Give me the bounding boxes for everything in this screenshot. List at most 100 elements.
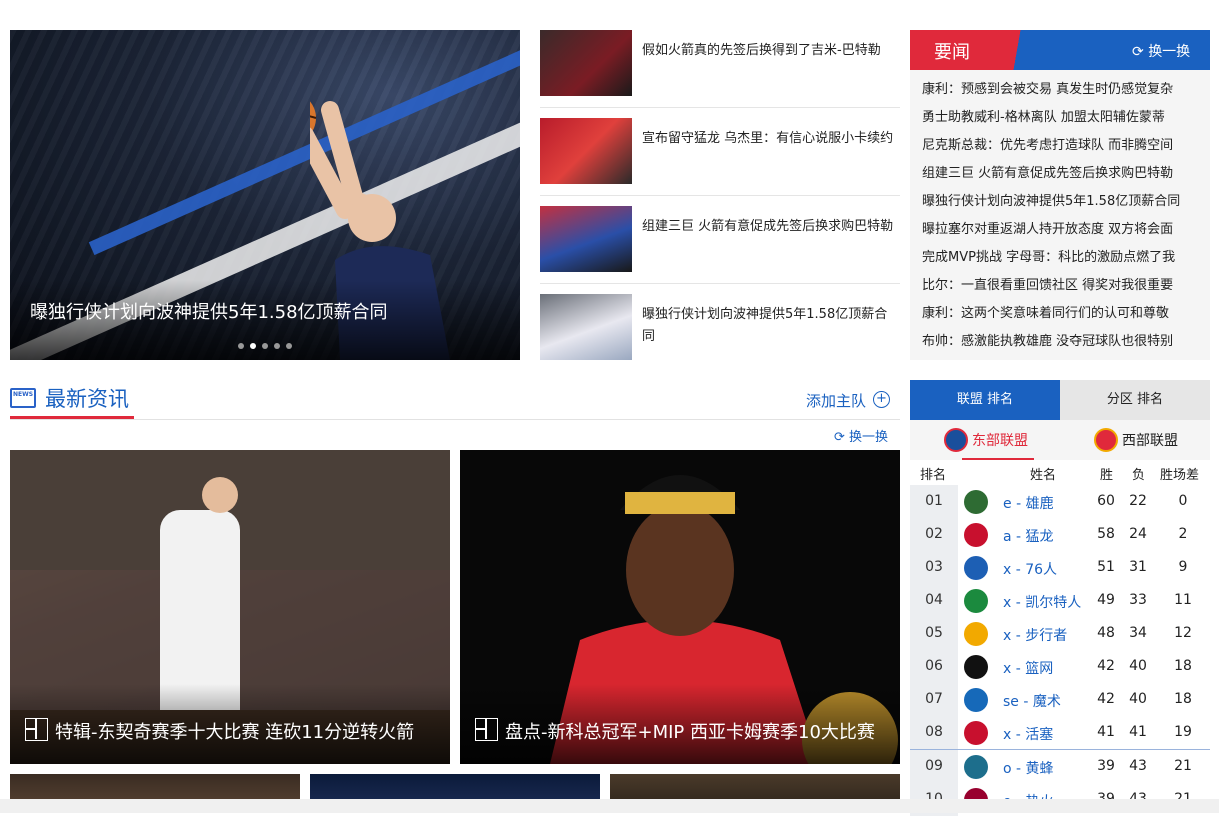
standings-row[interactable]: 07 se - 魔术 42 40 18 [910,683,1210,716]
standings-row[interactable]: 01 e - 雄鹿 60 22 0 [910,485,1210,518]
news-thumbnail[interactable] [540,118,632,184]
losses: 34 [1129,625,1147,641]
hero-pager-dot-active[interactable] [250,343,256,349]
rank: 02 [910,518,958,551]
tab-eastern-conference[interactable]: 东部联盟 [972,430,1028,450]
news-item[interactable]: 宣布留守猛龙 乌杰里：有信心说服小卡续约 [540,118,900,184]
games-behind: 9 [1178,559,1188,575]
news-item[interactable]: 曝独行侠计划向波神提供5年1.58亿顶薪合同 [540,294,900,360]
refresh-icon: ⟳ [834,430,845,445]
games-behind: 18 [1174,691,1192,707]
team-name[interactable]: x - 活塞 [1003,724,1053,744]
headline-link[interactable]: 完成MVP挑战 字母哥：科比的激励点燃了我 [922,244,1208,272]
headlines-header: 要闻 ⟳ 换一换 [910,30,1210,70]
headline-link[interactable]: 康利：预感到会被交易 真发生时仍感觉复杂 [922,76,1208,104]
games-behind: 19 [1174,724,1192,740]
news-item[interactable]: 假如火箭真的先签后换得到了吉米-巴特勒 [540,30,900,96]
team-name[interactable]: x - 凯尔特人 [1003,592,1081,612]
standings-row[interactable]: 06 x - 篮网 42 40 18 [910,650,1210,683]
losses: 40 [1129,658,1147,674]
divider [540,195,900,196]
losses: 33 [1129,592,1147,608]
plus-circle-icon[interactable]: + [873,391,890,408]
team-logo-icon [964,523,988,547]
headline-link[interactable]: 组建三巨 火箭有意促成先签后换求购巴特勒 [922,160,1208,188]
tab-division-standings[interactable]: 分区 排名 [1060,380,1210,420]
latest-refresh-label: 换一换 [849,430,889,445]
standings-header: 排名 姓名 胜 负 胜场差 [910,460,1210,486]
headlines-refresh-button[interactable]: ⟳ 换一换 [1132,41,1190,61]
news-thumbnail[interactable] [540,294,632,360]
standings-row[interactable]: 04 x - 凯尔特人 49 33 11 [910,584,1210,617]
standings-row[interactable]: 08 x - 活塞 41 41 19 [910,716,1210,749]
video-card-caption[interactable]: 特辑-东契奇赛季十大比赛 连砍11分逆转火箭 [55,718,414,744]
rank: 07 [910,683,958,716]
rank: 08 [910,716,958,749]
video-card[interactable]: 特辑-东契奇赛季十大比赛 连砍11分逆转火箭 [10,450,450,764]
losses: 24 [1129,526,1147,542]
losses: 41 [1129,724,1147,740]
hero-pager[interactable] [238,343,292,349]
hero-title[interactable]: 曝独行侠计划向波神提供5年1.58亿顶薪合同 [30,298,388,324]
news-item-title[interactable]: 假如火箭真的先签后换得到了吉米-巴特勒 [642,40,894,62]
headline-link[interactable]: 曝拉塞尔对重返湖人持开放态度 双方将会面 [922,216,1208,244]
rank: 06 [910,650,958,683]
headline-link[interactable]: 康利：这两个奖意味着同行们的认可和尊敬 [922,300,1208,328]
wins: 51 [1097,559,1115,575]
team-name[interactable]: x - 76人 [1003,559,1057,579]
headline-link[interactable]: 曝独行侠计划向波神提供5年1.58亿顶薪合同 [922,188,1208,216]
add-team-button[interactable]: 添加主队 [806,390,866,411]
standings-row[interactable]: 09 o - 黄蜂 39 43 21 [910,750,1210,783]
hero-pager-dot[interactable] [286,343,292,349]
games-behind: 12 [1174,625,1192,641]
video-card-caption[interactable]: 盘点-新科总冠军+MIP 西亚卡姆赛季10大比赛 [505,718,875,744]
news-item[interactable]: 组建三巨 火箭有意促成先签后换求购巴特勒 [540,206,900,272]
divider [540,107,900,108]
standings-row[interactable]: 03 x - 76人 51 31 9 [910,551,1210,584]
games-behind: 0 [1178,493,1188,509]
news-item-title[interactable]: 组建三巨 火箭有意促成先签后换求购巴特勒 [642,216,894,238]
wins: 60 [1097,493,1115,509]
latest-refresh-button[interactable]: ⟳ 换一换 [834,426,888,445]
team-logo-icon [964,721,988,745]
team-name[interactable]: x - 步行者 [1003,625,1067,645]
news-item-title[interactable]: 曝独行侠计划向波神提供5年1.58亿顶薪合同 [642,304,894,348]
games-behind: 21 [1174,758,1192,774]
team-logo-icon [964,589,988,613]
losses: 40 [1129,691,1147,707]
team-name[interactable]: x - 篮网 [1003,658,1053,678]
western-conference-logo [1094,428,1118,452]
headline-link[interactable]: 比尔：一直很看重回馈社区 得奖对我很重要 [922,272,1208,300]
headline-link[interactable]: 勇士助教威利-格林离队 加盟太阳辅佐蒙蒂 [922,104,1208,132]
divider [540,283,900,284]
hero-pager-dot[interactable] [262,343,268,349]
wins: 42 [1097,658,1115,674]
team-name[interactable]: o - 黄蜂 [1003,758,1054,778]
team-name[interactable]: se - 魔术 [1003,691,1061,711]
team-name[interactable]: a - 猛龙 [1003,526,1054,546]
headline-link[interactable]: 布帅：感激能执教雄鹿 没夺冠球队也很特别 [922,328,1208,356]
team-name[interactable]: e - 雄鹿 [1003,493,1054,513]
rank: 09 [910,750,958,783]
headline-link[interactable]: 尼克斯总裁：优先考虑打造球队 而非腾空间 [922,132,1208,160]
col-games-behind: 胜场差 [1160,468,1200,483]
rank: 05 [910,617,958,650]
hero-pager-dot[interactable] [238,343,244,349]
news-thumbnail[interactable] [540,206,632,272]
wins: 41 [1097,724,1115,740]
hero-pager-dot[interactable] [274,343,280,349]
standings-row[interactable]: 02 a - 猛龙 58 24 2 [910,518,1210,551]
tab-league-standings[interactable]: 联盟 排名 [910,380,1060,420]
wins: 49 [1097,592,1115,608]
hero-slide[interactable]: 曝独行侠计划向波神提供5年1.58亿顶薪合同 [10,30,520,360]
losses: 22 [1129,493,1147,509]
tab-western-conference[interactable]: 西部联盟 [1122,430,1178,450]
news-thumbnail[interactable] [540,30,632,96]
standings-row[interactable]: 05 x - 步行者 48 34 12 [910,617,1210,650]
news-item-title[interactable]: 宣布留守猛龙 乌杰里：有信心说服小卡续约 [642,128,894,150]
video-card[interactable]: 盘点-新科总冠军+MIP 西亚卡姆赛季10大比赛 [460,450,900,764]
team-logo-icon [964,556,988,580]
page-bottom-bar [0,799,1219,813]
standings-tabs: 联盟 排名 分区 排名 [910,380,1210,420]
team-logo-icon [964,490,988,514]
